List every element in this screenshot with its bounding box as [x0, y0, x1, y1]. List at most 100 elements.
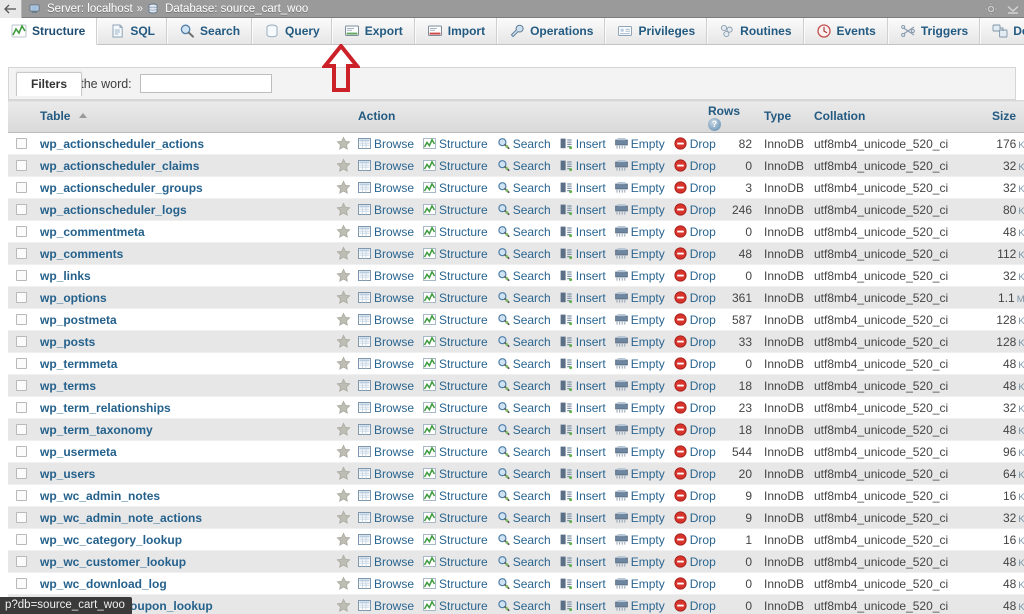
- row-action-insert[interactable]: Insert: [560, 489, 615, 503]
- row-table-name-cell[interactable]: wp_term_relationships: [34, 396, 330, 419]
- row-action-search[interactable]: Search: [497, 379, 560, 393]
- table-name-link[interactable]: wp_comments: [40, 247, 123, 261]
- favorite-star-icon[interactable]: [336, 290, 351, 305]
- row-action-drop[interactable]: Drop: [674, 511, 725, 525]
- row-favorite-cell[interactable]: [330, 352, 352, 375]
- row-action-drop[interactable]: Drop: [674, 335, 725, 349]
- row-action-empty[interactable]: Empty: [615, 599, 674, 613]
- table-name-link[interactable]: wp_terms: [40, 379, 96, 393]
- row-action-insert[interactable]: Insert: [560, 181, 615, 195]
- row-checkbox-cell[interactable]: [8, 506, 34, 529]
- breadcrumb-database-label[interactable]: Database: source_cart_woo: [165, 3, 308, 15]
- table-name-link[interactable]: wp_actionscheduler_claims: [40, 159, 199, 173]
- table-row[interactable]: wp_terms Browse Structure Search Insert Empty…: [8, 374, 1024, 397]
- row-action-drop[interactable]: Drop: [674, 423, 725, 437]
- row-action-search[interactable]: Search: [497, 577, 560, 591]
- row-action-empty[interactable]: Empty: [615, 225, 674, 239]
- row-action-structure[interactable]: Structure: [423, 269, 497, 283]
- row-action-structure[interactable]: Structure: [423, 423, 497, 437]
- row-action-insert[interactable]: Insert: [560, 137, 615, 151]
- table-name-link[interactable]: wp_wc_customer_lookup: [40, 555, 186, 569]
- back-arrow-icon[interactable]: [0, 0, 22, 18]
- row-action-browse[interactable]: Browse: [358, 555, 423, 569]
- table-row[interactable]: wp_actionscheduler_claims Browse Structure…: [8, 154, 1024, 177]
- row-action-structure[interactable]: Structure: [423, 357, 497, 371]
- favorite-star-icon[interactable]: [336, 268, 351, 283]
- table-row[interactable]: wp_actionscheduler_logs Browse Structure Se…: [8, 198, 1024, 221]
- row-action-structure[interactable]: Structure: [423, 159, 497, 173]
- row-action-drop[interactable]: Drop: [674, 533, 725, 547]
- row-table-name-cell[interactable]: wp_wc_customer_lookup: [34, 550, 330, 573]
- table-row[interactable]: wp_termmeta Browse Structure Search Insert Em…: [8, 352, 1024, 375]
- row-table-name-cell[interactable]: wp_wc_category_lookup: [34, 528, 330, 551]
- row-action-search[interactable]: Search: [497, 181, 560, 195]
- row-favorite-cell[interactable]: [330, 594, 352, 614]
- row-action-search[interactable]: Search: [497, 555, 560, 569]
- row-action-search[interactable]: Search: [497, 445, 560, 459]
- row-action-insert[interactable]: Insert: [560, 511, 615, 525]
- row-action-browse[interactable]: Browse: [358, 379, 423, 393]
- table-name-link[interactable]: wp_actionscheduler_groups: [40, 181, 203, 195]
- tab-search[interactable]: Search: [167, 18, 253, 44]
- row-favorite-cell[interactable]: [330, 154, 352, 177]
- row-action-drop[interactable]: Drop: [674, 137, 725, 151]
- row-action-empty[interactable]: Empty: [615, 423, 674, 437]
- row-action-structure[interactable]: Structure: [423, 467, 497, 481]
- table-row[interactable]: wp_postmeta Browse Structure Search Insert Em…: [8, 308, 1024, 331]
- row-checkbox[interactable]: [15, 313, 27, 325]
- tab-import[interactable]: Import: [414, 18, 498, 44]
- row-action-empty[interactable]: Empty: [615, 291, 674, 305]
- row-action-structure[interactable]: Structure: [423, 511, 497, 525]
- row-action-empty[interactable]: Empty: [615, 401, 674, 415]
- row-checkbox-cell[interactable]: [8, 418, 34, 441]
- table-row[interactable]: wp_wc_category_lookup Browse Structure Sear…: [8, 528, 1024, 551]
- row-action-structure[interactable]: Structure: [423, 247, 497, 261]
- row-favorite-cell[interactable]: [330, 528, 352, 551]
- row-action-structure[interactable]: Structure: [423, 379, 497, 393]
- row-action-insert[interactable]: Insert: [560, 225, 615, 239]
- header-collation[interactable]: Collation: [808, 100, 986, 133]
- row-checkbox-cell[interactable]: [8, 484, 34, 507]
- row-action-search[interactable]: Search: [497, 335, 560, 349]
- row-action-empty[interactable]: Empty: [615, 203, 674, 217]
- row-action-browse[interactable]: Browse: [358, 137, 423, 151]
- row-action-search[interactable]: Search: [497, 511, 560, 525]
- containing-word-input[interactable]: [139, 74, 272, 93]
- table-row[interactable]: wp_posts Browse Structure Search Insert Empty…: [8, 330, 1024, 353]
- row-action-empty[interactable]: Empty: [615, 357, 674, 371]
- row-action-empty[interactable]: Empty: [615, 159, 674, 173]
- row-action-empty[interactable]: Empty: [615, 577, 674, 591]
- row-favorite-cell[interactable]: [330, 506, 352, 529]
- row-action-browse[interactable]: Browse: [358, 335, 423, 349]
- row-action-empty[interactable]: Empty: [615, 181, 674, 195]
- row-checkbox-cell[interactable]: [8, 374, 34, 397]
- favorite-star-icon[interactable]: [336, 400, 351, 415]
- row-action-browse[interactable]: Browse: [358, 247, 423, 261]
- row-checkbox-cell[interactable]: [8, 176, 34, 199]
- table-name-link[interactable]: wp_wc_admin_note_actions: [40, 511, 202, 525]
- favorite-star-icon[interactable]: [336, 510, 351, 525]
- row-table-name-cell[interactable]: wp_commentmeta: [34, 220, 330, 243]
- row-action-search[interactable]: Search: [497, 291, 560, 305]
- row-action-search[interactable]: Search: [497, 313, 560, 327]
- row-table-name-cell[interactable]: wp_users: [34, 462, 330, 485]
- table-name-link[interactable]: wp_wc_admin_notes: [40, 489, 160, 503]
- breadcrumb-server-label[interactable]: Server: localhost: [47, 3, 133, 15]
- row-checkbox[interactable]: [15, 225, 27, 237]
- row-action-search[interactable]: Search: [497, 401, 560, 415]
- row-action-search[interactable]: Search: [497, 247, 560, 261]
- favorite-star-icon[interactable]: [336, 576, 351, 591]
- row-action-empty[interactable]: Empty: [615, 555, 674, 569]
- gear-icon[interactable]: [984, 2, 998, 16]
- row-action-structure[interactable]: Structure: [423, 291, 497, 305]
- row-table-name-cell[interactable]: wp_actionscheduler_groups: [34, 176, 330, 199]
- favorite-star-icon[interactable]: [336, 334, 351, 349]
- row-table-name-cell[interactable]: wp_actionscheduler_logs: [34, 198, 330, 221]
- row-action-empty[interactable]: Empty: [615, 269, 674, 283]
- row-action-search[interactable]: Search: [497, 533, 560, 547]
- table-name-link[interactable]: wp_commentmeta: [40, 225, 145, 239]
- row-favorite-cell[interactable]: [330, 286, 352, 309]
- row-action-drop[interactable]: Drop: [674, 445, 725, 459]
- row-checkbox[interactable]: [15, 489, 27, 501]
- row-action-browse[interactable]: Browse: [358, 401, 423, 415]
